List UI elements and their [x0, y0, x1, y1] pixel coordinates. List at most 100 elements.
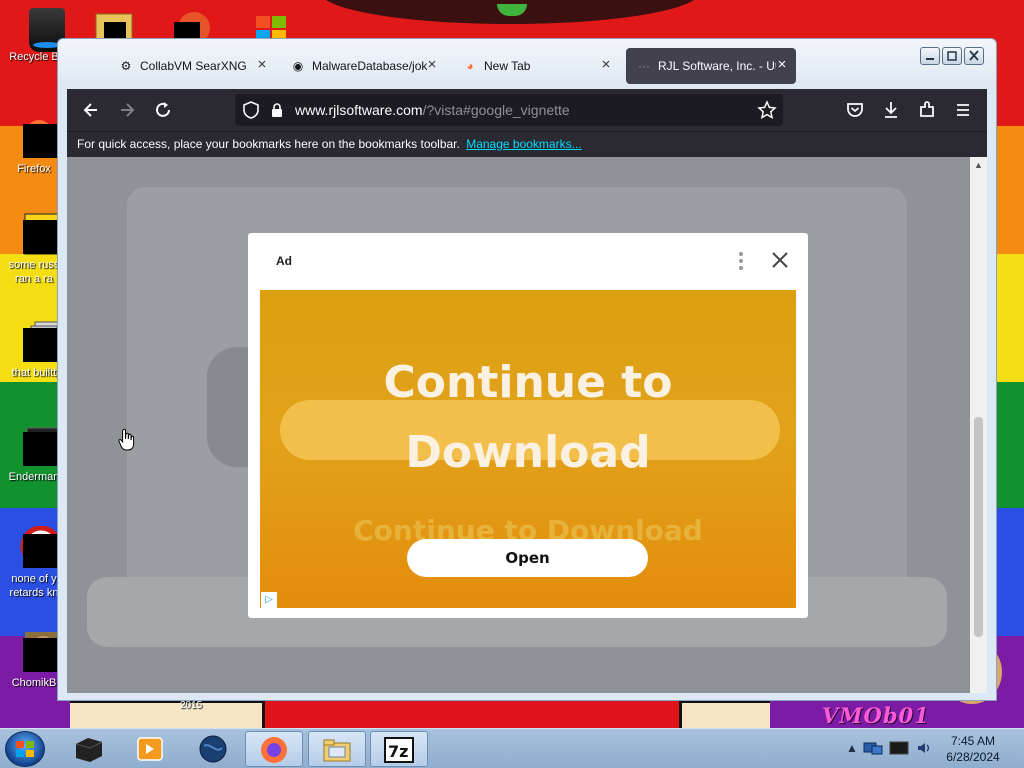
stack-icon — [9, 320, 62, 366]
media-player-icon — [137, 737, 163, 761]
hamster-icon — [9, 630, 63, 676]
back-button[interactable] — [77, 96, 105, 124]
tracking-shield-icon[interactable] — [241, 100, 261, 120]
taskbar-item-explorer[interactable] — [308, 731, 366, 767]
minimize-button[interactable] — [920, 47, 940, 65]
puzzle-icon — [920, 101, 934, 117]
url-host: www.rjlsoftware.com — [295, 102, 423, 118]
tab-malwaredatabase[interactable]: ◉ MalwareDatabase/jok × — [280, 48, 446, 84]
minimize-icon — [926, 58, 934, 60]
searxng-icon: ⚙ — [120, 59, 132, 73]
start-button[interactable] — [5, 731, 45, 767]
svg-text:7z: 7z — [388, 742, 408, 761]
taskbar: 7z ▲ 7:45 AM 6/28/2024 — [0, 728, 1024, 768]
scroll-thumb[interactable] — [974, 417, 983, 637]
no-entry-icon — [9, 525, 62, 572]
forward-button[interactable] — [113, 96, 141, 124]
manage-bookmarks-link[interactable]: Manage bookmarks... — [466, 137, 581, 151]
tab-close-icon[interactable]: × — [424, 57, 440, 73]
taskbar-item-globe[interactable] — [184, 731, 242, 767]
wallpaper-art-red — [262, 700, 682, 728]
ad-options-button[interactable] — [734, 249, 748, 273]
clock-time: 7:45 AM — [950, 734, 996, 748]
cmd-icon — [75, 738, 103, 762]
lock-icon[interactable] — [267, 100, 287, 120]
close-icon — [969, 50, 979, 61]
tab-label: New Tab — [484, 59, 531, 73]
firefox-icon — [9, 116, 59, 162]
tab-strip: ⚙ CollabVM SearXNG × ◉ MalwareDatabase/j… — [58, 39, 996, 89]
tab-rjl-software[interactable]: ··· RJL Software, Inc. - Ut × — [626, 48, 796, 84]
tab-close-icon[interactable]: × — [254, 57, 270, 73]
pocket-button[interactable] — [841, 96, 869, 124]
page-scrollbar[interactable]: ▲ — [970, 157, 987, 693]
tab-close-icon[interactable]: × — [598, 57, 614, 73]
extensions-button[interactable] — [913, 96, 941, 124]
desktop-icon-app-peek[interactable] — [170, 8, 214, 44]
volume-icon[interactable] — [916, 740, 932, 756]
tab-close-icon[interactable]: × — [774, 57, 790, 73]
maximize-icon — [947, 51, 957, 61]
ad-close-button[interactable] — [768, 248, 792, 272]
ad-banner[interactable]: Continue to Download Continue to Downloa… — [260, 290, 796, 608]
desktop-icon-folder-peek[interactable] — [94, 8, 138, 42]
system-tray: ▲ — [842, 730, 936, 766]
bookmark-star-icon[interactable] — [757, 100, 777, 120]
navigation-toolbar: www.rjlsoftware.com/?vista#google_vignet… — [67, 89, 987, 131]
github-icon: ◉ — [292, 59, 304, 73]
firefox-icon — [261, 737, 287, 763]
ad-vignette-dialog: Ad Continue to Download Continue to Down… — [248, 233, 808, 618]
arrow-left-icon — [83, 103, 97, 117]
taskbar-item-firefox[interactable] — [245, 731, 303, 767]
desktop-icon-windows-peek[interactable] — [252, 8, 296, 42]
page-icon: ··· — [638, 59, 650, 73]
reload-icon — [156, 102, 170, 117]
download-icon — [885, 102, 897, 118]
globe-icon — [199, 735, 227, 763]
url-bar[interactable]: www.rjlsoftware.com/?vista#google_vignet… — [235, 94, 783, 126]
monitor-icon[interactable] — [888, 740, 912, 756]
bookmarks-toolbar: For quick access, place your bookmarks h… — [67, 131, 987, 157]
tab-label: MalwareDatabase/jok — [312, 59, 428, 73]
network-icon[interactable] — [862, 740, 884, 756]
adchoices-icon[interactable]: ▷ — [261, 592, 277, 608]
ad-headline-line2: Download — [405, 427, 651, 478]
tab-collabvm-searxng[interactable]: ⚙ CollabVM SearXNG × — [108, 48, 276, 84]
arrow-right-icon — [121, 103, 135, 117]
windows-logo-icon — [16, 741, 34, 757]
pocket-icon — [847, 103, 863, 117]
folder-icon — [323, 739, 351, 762]
maximize-button[interactable] — [942, 47, 962, 65]
clock-date: 6/28/2024 — [946, 750, 1000, 764]
url-path: /?vista#google_vignette — [422, 102, 570, 118]
hand-cursor-icon — [118, 428, 136, 452]
ad-label: Ad — [276, 254, 292, 268]
document-icon: e — [9, 212, 66, 259]
recycle-bin-icon — [9, 4, 65, 52]
wallpaper-year: 2015 — [180, 700, 203, 711]
reload-button[interactable] — [149, 96, 177, 124]
firefox-icon: ◕ — [466, 59, 474, 73]
page-content: Ad Continue to Download Continue to Down… — [67, 157, 970, 693]
downloads-button[interactable] — [877, 96, 905, 124]
ad-open-button[interactable]: Open — [407, 539, 648, 577]
scroll-up-arrow-icon[interactable]: ▲ — [972, 159, 985, 172]
tab-label: RJL Software, Inc. - Ut — [658, 59, 776, 73]
taskbar-item-media-player[interactable] — [120, 731, 178, 767]
close-window-button[interactable] — [964, 47, 984, 65]
system-clock[interactable]: 7:45 AM 6/28/2024 — [936, 733, 1010, 765]
bookmarks-toolbar-message: For quick access, place your bookmarks h… — [77, 137, 460, 151]
menu-button[interactable] — [949, 96, 977, 124]
ad-headline-line1: Continue to — [383, 357, 673, 408]
window-icon — [9, 424, 62, 470]
wallpaper-logo-text: VMOb01 — [822, 703, 930, 728]
taskbar-item-cmd[interactable] — [60, 731, 118, 767]
show-hidden-icons-icon[interactable]: ▲ — [844, 740, 860, 756]
close-icon — [772, 252, 788, 268]
tab-new-tab[interactable]: ◕ New Tab × — [452, 48, 620, 84]
more-vertical-icon — [739, 252, 743, 270]
taskbar-item-7zip[interactable]: 7z — [370, 731, 428, 767]
url-text: www.rjlsoftware.com/?vista#google_vignet… — [295, 102, 570, 118]
browser-window: ⚙ CollabVM SearXNG × ◉ MalwareDatabase/j… — [57, 38, 997, 701]
hamburger-menu-icon — [957, 104, 969, 116]
